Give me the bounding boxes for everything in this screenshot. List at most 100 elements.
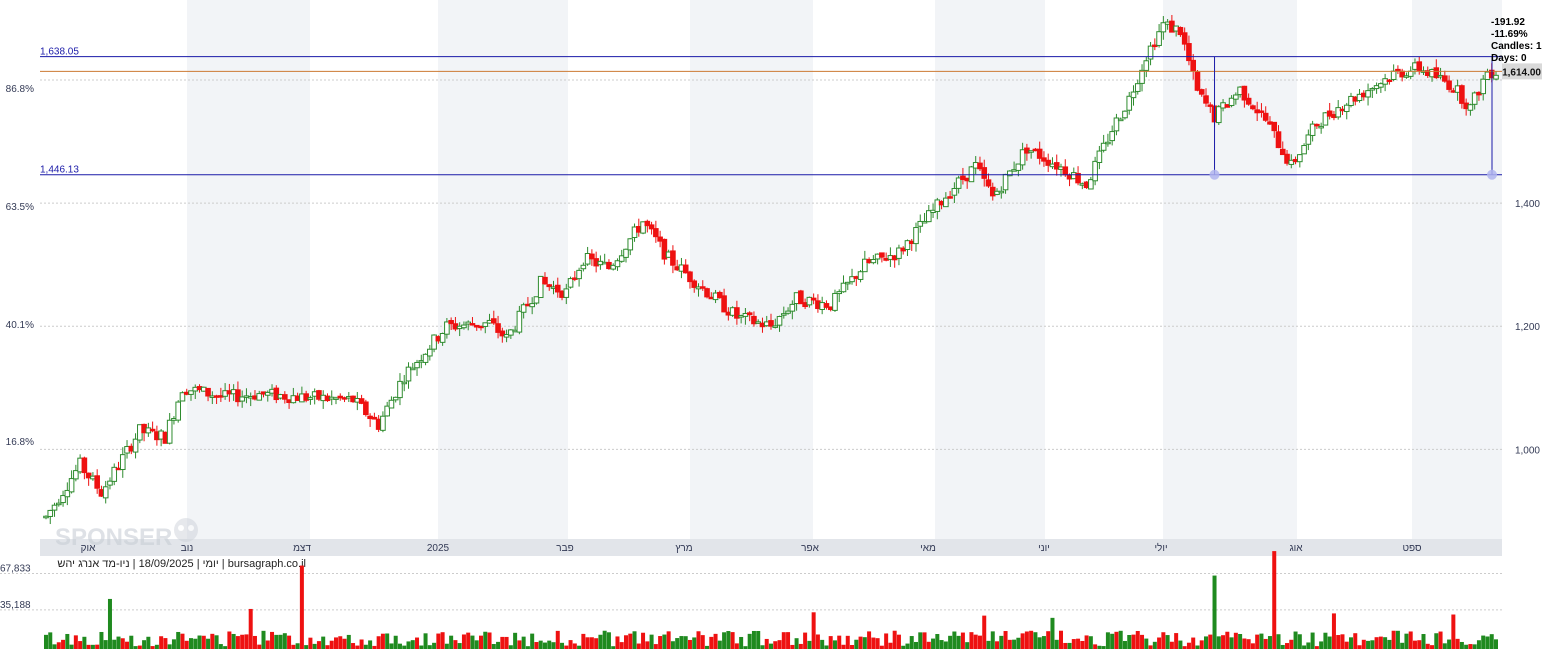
candle-body bbox=[981, 167, 988, 179]
candle-body bbox=[1271, 121, 1278, 132]
volume-bar bbox=[1374, 637, 1379, 649]
volume-bar bbox=[534, 642, 539, 649]
volume-bar bbox=[649, 634, 654, 649]
volume-bar bbox=[282, 633, 287, 649]
volume-bar bbox=[1255, 634, 1260, 649]
month-band bbox=[1412, 0, 1502, 539]
candle-body bbox=[529, 303, 535, 308]
volume-bar bbox=[1412, 640, 1417, 649]
candle-body bbox=[653, 228, 659, 238]
volume-bar bbox=[265, 640, 270, 649]
candle-body bbox=[448, 320, 454, 325]
volume-bar bbox=[142, 640, 147, 649]
candle-body bbox=[1297, 154, 1303, 163]
candle-body bbox=[840, 282, 847, 293]
volume-bar bbox=[48, 632, 53, 649]
volume-bar bbox=[666, 631, 671, 649]
volume-bar bbox=[824, 645, 829, 649]
volume-bar bbox=[1076, 638, 1081, 649]
candle-body bbox=[580, 264, 587, 270]
volume-bar bbox=[316, 641, 321, 649]
watermark-mascot-icon bbox=[174, 518, 198, 542]
candle-body bbox=[1343, 104, 1350, 113]
volume-bar bbox=[1152, 641, 1157, 649]
candle-body bbox=[1190, 59, 1197, 72]
volume-bar bbox=[739, 636, 744, 649]
measure-readout-line: -191.92 bbox=[1491, 17, 1525, 28]
candle-body bbox=[1275, 131, 1282, 149]
volume-bar bbox=[257, 644, 262, 649]
volume-bar bbox=[1387, 639, 1392, 649]
candle-body bbox=[576, 269, 582, 280]
volume-bar bbox=[1029, 630, 1034, 649]
volume-bar bbox=[555, 630, 560, 649]
volume-bar bbox=[820, 639, 825, 649]
candle-body bbox=[1181, 32, 1188, 45]
candle-body bbox=[1305, 134, 1312, 145]
candle-body bbox=[149, 428, 156, 432]
volume-bar bbox=[995, 641, 1000, 649]
volume-bar bbox=[432, 642, 437, 649]
volume-bar bbox=[619, 642, 624, 649]
volume-bar bbox=[1221, 635, 1226, 649]
volume-bar bbox=[78, 641, 83, 649]
volume-bar bbox=[56, 642, 61, 649]
measure-end-handle[interactable] bbox=[1487, 169, 1497, 180]
x-tick-label: נוב bbox=[181, 543, 194, 554]
candle-body bbox=[1262, 112, 1269, 121]
volume-bar bbox=[329, 640, 334, 649]
volume-bar bbox=[645, 641, 650, 649]
candle-body bbox=[844, 281, 851, 285]
candle-body bbox=[768, 320, 774, 327]
volume-bar bbox=[380, 633, 385, 649]
volume-bar bbox=[658, 636, 663, 649]
volume-bar bbox=[483, 631, 488, 649]
volume-bar bbox=[436, 633, 441, 649]
volume-bar bbox=[1161, 632, 1166, 649]
volume-bar bbox=[875, 638, 880, 649]
volume-bar bbox=[1468, 644, 1473, 649]
candle-body bbox=[427, 348, 433, 357]
candle-body bbox=[175, 401, 182, 421]
volume-bar bbox=[159, 636, 164, 649]
volume-bar bbox=[628, 633, 633, 649]
volume-bar bbox=[521, 636, 526, 649]
candle-body bbox=[47, 509, 54, 517]
volume-bar bbox=[295, 643, 300, 649]
candle-body bbox=[1198, 89, 1205, 95]
volume-bar bbox=[794, 638, 799, 649]
volume-bar bbox=[1476, 640, 1481, 649]
volume-bar bbox=[1425, 643, 1430, 649]
volume-bar bbox=[1276, 634, 1281, 649]
volume-bar bbox=[977, 635, 982, 649]
volume-bar bbox=[359, 639, 364, 649]
volume-bar bbox=[1349, 637, 1353, 649]
volume-bar bbox=[449, 635, 454, 649]
volume-bar bbox=[888, 642, 893, 649]
volume-bar bbox=[189, 638, 193, 649]
measure-start-handle[interactable] bbox=[1209, 169, 1220, 180]
volume-bar bbox=[44, 634, 48, 649]
volume-bar bbox=[1024, 631, 1029, 649]
volume-bar bbox=[1319, 641, 1324, 649]
volume-bar bbox=[1054, 639, 1059, 649]
volume-bar bbox=[278, 634, 283, 649]
volume-bar bbox=[1050, 617, 1055, 649]
volume-bar bbox=[1238, 634, 1243, 649]
candle-body bbox=[119, 454, 126, 471]
volume-bar bbox=[769, 643, 773, 649]
volume-bar bbox=[406, 641, 411, 649]
volume-bar bbox=[287, 635, 292, 649]
volume-bar bbox=[1246, 639, 1251, 649]
volume-bar bbox=[517, 640, 522, 649]
volume-bar bbox=[1434, 633, 1439, 649]
volume-bar bbox=[274, 634, 279, 649]
volume-bar bbox=[815, 634, 820, 649]
candle-body bbox=[1459, 85, 1465, 104]
volume-bar bbox=[291, 644, 296, 649]
volume-bar bbox=[1165, 635, 1170, 649]
volume-bar bbox=[1169, 641, 1174, 649]
y-tick-label-left: 40.1% bbox=[6, 320, 34, 331]
volume-bar bbox=[206, 638, 211, 649]
volume-bar bbox=[713, 633, 718, 649]
